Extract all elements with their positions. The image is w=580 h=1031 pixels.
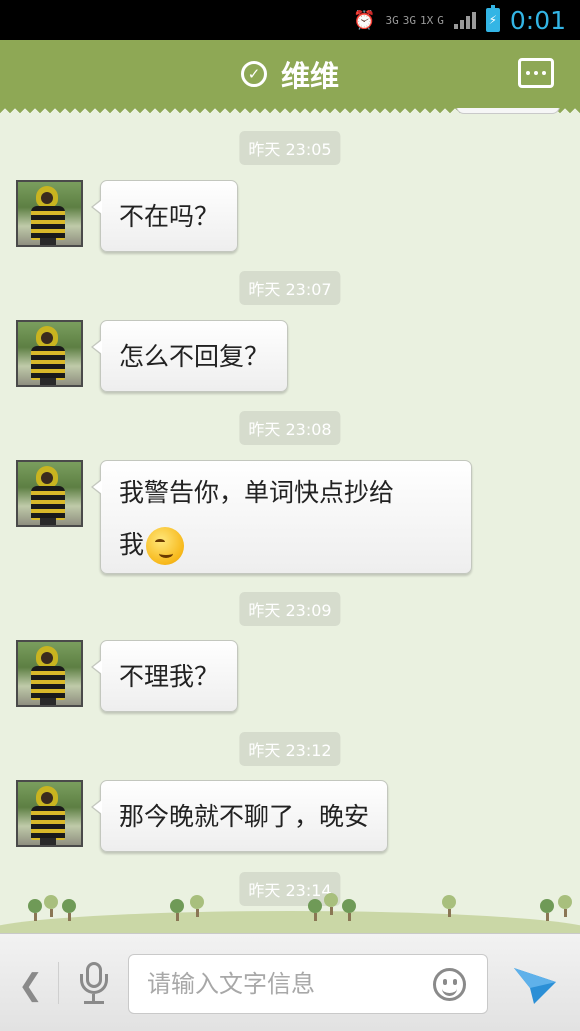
message-timestamp: 昨天 23:12 bbox=[239, 732, 341, 766]
network-label: G bbox=[437, 13, 444, 27]
message-text: 那今晚就不聊了，晚安 bbox=[119, 802, 370, 831]
grin-emoji-icon bbox=[146, 527, 185, 565]
more-menu-button[interactable] bbox=[518, 58, 554, 88]
alarm-clock-icon: ⏰ bbox=[353, 9, 376, 31]
check-circle-icon: ✓ bbox=[240, 61, 267, 87]
decorative-landscape bbox=[0, 891, 580, 933]
tree-icon bbox=[44, 895, 58, 917]
chat-title: 维维 bbox=[280, 59, 339, 93]
network-indicators: 3G 3G 1X G bbox=[385, 15, 443, 26]
message-bubble[interactable]: 怎么不回复？ bbox=[90, 320, 289, 392]
tree-icon bbox=[342, 899, 356, 921]
message-input-bar: ❮ bbox=[0, 933, 580, 1031]
message-text: 不理我？ bbox=[119, 662, 220, 691]
contact-avatar[interactable] bbox=[16, 180, 83, 247]
partial-message-bubble bbox=[456, 108, 560, 114]
chat-history[interactable]: 昨天 23:05 不在吗？ 昨天 23:07 怎么不回复？ 昨天 23:08 我… bbox=[0, 108, 580, 933]
tree-icon bbox=[324, 893, 338, 915]
message-text: 怎么不回复？ bbox=[119, 342, 270, 371]
chevron-left-icon[interactable]: ❮ bbox=[18, 968, 43, 1003]
message-text: 不在吗？ bbox=[119, 202, 220, 231]
message-timestamp: 昨天 23:07 bbox=[239, 271, 341, 305]
status-bar: ⏰ 3G 3G 1X G ⚡ 0:01 bbox=[0, 0, 580, 40]
message-bubble[interactable]: 那今晚就不聊了，晚安 bbox=[90, 780, 389, 852]
message-bubble[interactable]: 我警告你，单词快点抄给 我 bbox=[91, 460, 472, 574]
more-menu-icon bbox=[526, 71, 530, 75]
network-label: 3G bbox=[385, 13, 399, 27]
contact-avatar[interactable] bbox=[16, 780, 83, 847]
message-timestamp: 昨天 23:09 bbox=[239, 592, 341, 626]
status-time: 0:01 bbox=[509, 5, 566, 35]
network-label: 1X bbox=[419, 13, 434, 27]
tree-icon bbox=[190, 895, 204, 917]
divider bbox=[58, 962, 59, 1004]
message-timestamp: 昨天 23:08 bbox=[239, 411, 341, 445]
send-icon[interactable] bbox=[512, 962, 558, 1006]
tree-icon bbox=[540, 899, 554, 921]
tree-icon bbox=[170, 899, 184, 921]
signal-strength-icon bbox=[453, 11, 476, 29]
tree-icon bbox=[558, 895, 572, 917]
battery-charging-icon: ⚡ bbox=[485, 5, 500, 32]
message-bubble[interactable]: 不理我？ bbox=[90, 640, 239, 712]
chat-header: ✓ 维维 bbox=[0, 40, 580, 114]
tree-icon bbox=[442, 895, 456, 917]
microphone-icon[interactable] bbox=[78, 962, 110, 1006]
contact-avatar[interactable] bbox=[16, 320, 83, 387]
contact-avatar[interactable] bbox=[16, 640, 83, 707]
chat-title-group: ✓ 维维 bbox=[240, 53, 339, 95]
tree-icon bbox=[62, 899, 76, 921]
smiley-icon[interactable] bbox=[433, 968, 466, 1001]
message-text-line: 我 bbox=[119, 519, 453, 571]
message-timestamp: 昨天 23:05 bbox=[239, 131, 341, 165]
tree-icon bbox=[28, 899, 42, 921]
contact-avatar[interactable] bbox=[16, 460, 83, 527]
message-bubble[interactable]: 不在吗？ bbox=[90, 180, 239, 252]
tree-icon bbox=[308, 899, 322, 921]
message-text-line: 我警告你，单词快点抄给 bbox=[119, 478, 395, 507]
network-label: 3G bbox=[402, 13, 416, 27]
